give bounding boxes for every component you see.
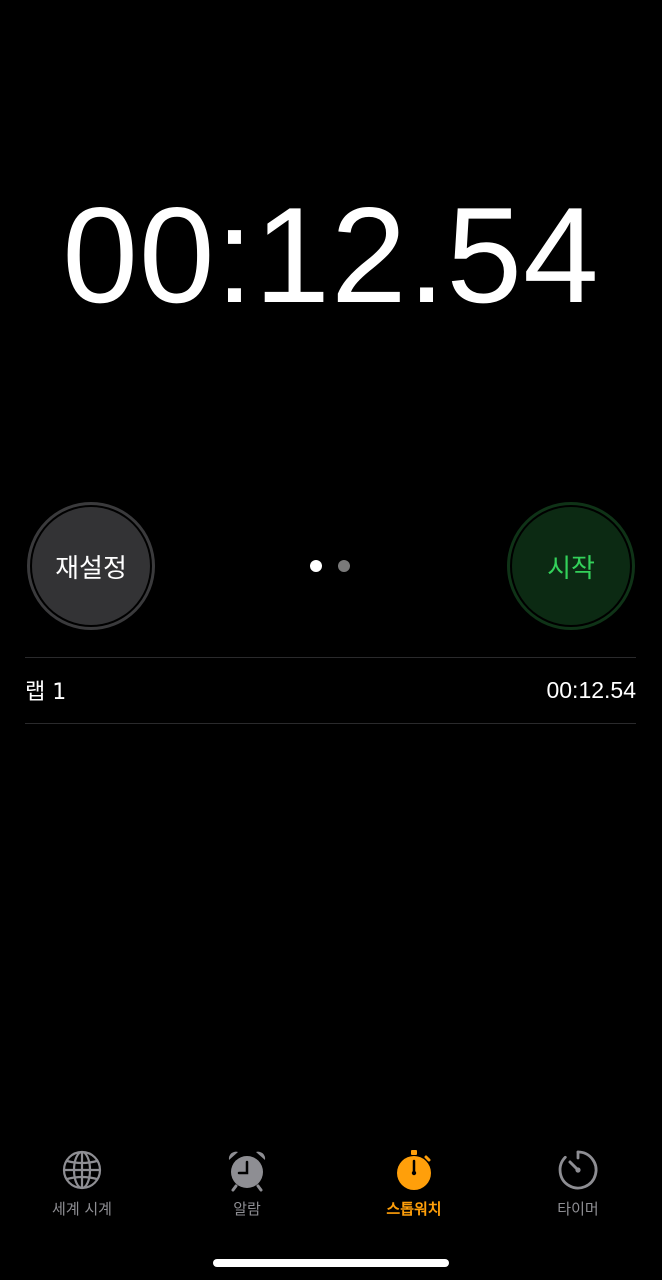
page-dot-2[interactable] [338, 560, 350, 572]
reset-button-label: 재설정 [32, 507, 150, 625]
stopwatch-time-display: 00:12.54 [62, 179, 600, 331]
start-button-label: 시작 [512, 507, 630, 625]
page-indicator [310, 560, 350, 572]
tab-stopwatch[interactable]: 스톱워치 [349, 1140, 479, 1230]
page-dot-1[interactable] [310, 560, 322, 572]
timer-icon [558, 1150, 598, 1190]
tab-label-timer: 타이머 [557, 1200, 599, 1218]
lap-label: 랩 1 [25, 680, 67, 705]
tab-world-clock[interactable]: 세계 시계 [17, 1140, 147, 1230]
tab-timer[interactable]: 타이머 [513, 1140, 643, 1230]
tab-label-world-clock: 세계 시계 [52, 1200, 112, 1218]
home-indicator[interactable] [213, 1259, 449, 1267]
tab-label-alarm: 알람 [233, 1200, 261, 1218]
tab-alarm[interactable]: 알람 [182, 1140, 312, 1230]
lap-divider-bottom [25, 723, 636, 724]
tab-bar: 세계 시계 알람 스톱워치 타이머 [0, 1140, 662, 1230]
start-button[interactable]: 시작 [507, 502, 635, 630]
globe-icon [62, 1150, 102, 1190]
tab-label-stopwatch: 스톱워치 [386, 1200, 442, 1218]
stopwatch-icon [397, 1150, 431, 1190]
lap-row: 랩 1 00:12.54 [25, 658, 636, 722]
lap-time: 00:12.54 [546, 676, 636, 703]
reset-button[interactable]: 재설정 [27, 502, 155, 630]
alarm-clock-icon [228, 1151, 266, 1192]
